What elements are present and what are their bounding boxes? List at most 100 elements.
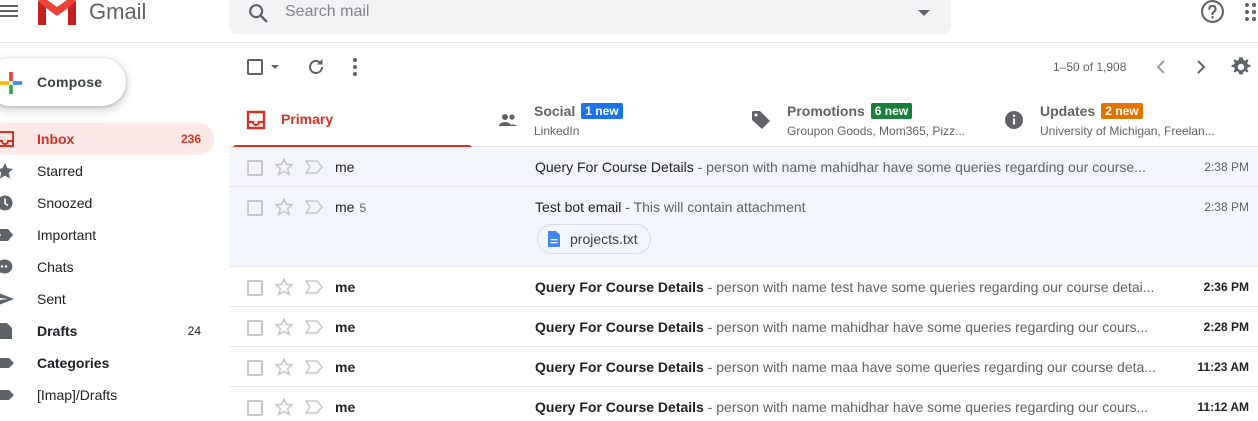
tab-title: Updates	[1040, 103, 1096, 119]
mail-row[interactable]: me Query For Course Details - person wit…	[229, 347, 1258, 387]
star-outline-icon[interactable]	[275, 198, 293, 216]
search-bar[interactable]	[229, 0, 951, 34]
mail-subject: Query For Course Details	[535, 279, 704, 295]
sidebar-item-inbox[interactable]: Inbox 236	[0, 123, 214, 155]
refresh-icon[interactable]	[306, 57, 326, 77]
important-marker-icon[interactable]	[305, 400, 323, 414]
apps-grid-icon[interactable]	[1244, 2, 1258, 22]
mail-list: me Query For Course Details - person wit…	[229, 147, 1258, 421]
sender-name: me	[335, 159, 355, 175]
row-checkbox[interactable]	[247, 200, 263, 216]
star-outline-icon[interactable]	[275, 318, 293, 336]
sidebar-item-label: Snoozed	[37, 195, 93, 211]
tab-social[interactable]: Social 1 new LinkedIn	[481, 91, 734, 147]
mail-summary: Test bot email - This will contain attac…	[535, 199, 1157, 215]
row-checkbox[interactable]	[247, 280, 263, 296]
mail-summary: Query For Course Details - person with n…	[535, 359, 1157, 375]
sidebar-item-label: Sent	[37, 291, 66, 307]
sidebar-item-label: [Imap]/Drafts	[37, 387, 118, 403]
search-icon[interactable]	[247, 2, 269, 24]
chevron-right-icon[interactable]	[1194, 57, 1208, 77]
mail-row[interactable]: me Query For Course Details - person wit…	[229, 387, 1258, 421]
mail-subject: Query For Course Details	[535, 359, 704, 375]
tab-promotions[interactable]: Promotions 6 new Groupon Goods, Mom365, P…	[734, 91, 987, 147]
unread-count: 236	[180, 132, 201, 146]
sidebar-item-snoozed[interactable]: Snoozed	[0, 187, 214, 219]
mail-row[interactable]: me Query For Course Details - person wit…	[229, 307, 1258, 347]
important-marker-icon[interactable]	[305, 160, 323, 174]
sidebar-item-chats[interactable]: Chats	[0, 251, 214, 283]
tab-title: Primary	[281, 111, 334, 127]
row-checkbox[interactable]	[247, 360, 263, 376]
star-outline-icon[interactable]	[275, 278, 293, 296]
new-badge: 6 new	[870, 103, 913, 119]
sidebar-item-label: Categories	[37, 355, 110, 371]
sidebar-item-label: Chats	[37, 259, 74, 275]
row-checkbox[interactable]	[247, 160, 263, 176]
important-marker-icon[interactable]	[305, 200, 323, 214]
sidebar-nav: Inbox 236 Starred Snoozed Important Chat…	[0, 123, 214, 411]
draft-count: 24	[187, 324, 201, 338]
mail-subject: Query For Course Details	[535, 159, 694, 175]
mail-time: 2:38 PM	[1204, 160, 1249, 174]
sender-name: me	[335, 279, 356, 295]
attachment-chip[interactable]: projects.txt	[537, 224, 651, 254]
chat-icon	[0, 259, 13, 274]
mail-snippet: - person with name test have some querie…	[703, 279, 1155, 295]
sidebar-item-label: Starred	[37, 163, 83, 179]
gmail-logo[interactable]	[38, 0, 76, 25]
mail-snippet: - This will contain attachment	[621, 199, 806, 215]
star-outline-icon[interactable]	[275, 158, 293, 176]
inbox-icon	[246, 110, 266, 130]
mail-time: 11:23 AM	[1197, 360, 1249, 374]
mail-snippet: - person with name mahidhar have some qu…	[703, 399, 1149, 415]
sidebar-item-categories[interactable]: Categories	[0, 347, 214, 379]
app-title[interactable]: Gmail	[89, 0, 146, 25]
star-outline-icon[interactable]	[275, 358, 293, 376]
help-icon[interactable]	[1200, 0, 1225, 24]
select-all-checkbox[interactable]	[247, 59, 263, 75]
gear-icon[interactable]	[1230, 56, 1252, 78]
star-icon	[0, 163, 13, 179]
mail-subject: Query For Course Details	[535, 319, 704, 335]
mail-row[interactable]: me Query For Course Details - person wit…	[229, 267, 1258, 307]
star-outline-icon[interactable]	[275, 398, 293, 416]
sidebar-item-starred[interactable]: Starred	[0, 155, 214, 187]
compose-button[interactable]: Compose	[0, 58, 126, 106]
mail-toolbar: 1–50 of 1,908	[229, 43, 1258, 91]
main-menu-icon[interactable]	[0, 3, 18, 21]
select-options-icon[interactable]	[271, 65, 279, 69]
sidebar-item-imap-drafts[interactable]: [Imap]/Drafts	[0, 379, 214, 411]
row-checkbox[interactable]	[247, 400, 263, 416]
plus-icon	[0, 72, 22, 94]
search-options-icon[interactable]	[915, 4, 933, 22]
compose-label: Compose	[37, 74, 103, 90]
mail-row[interactable]: me 5 Test bot email - This will contain a…	[229, 187, 1258, 267]
important-marker-icon[interactable]	[305, 320, 323, 334]
new-badge: 2 new	[1101, 103, 1143, 119]
mail-row[interactable]: me Query For Course Details - person wit…	[229, 147, 1258, 187]
important-icon	[0, 229, 13, 241]
sidebar-item-label: Important	[37, 227, 97, 243]
sidebar-item-sent[interactable]: Sent	[0, 283, 214, 315]
label-icon	[0, 358, 14, 368]
sidebar-item-important[interactable]: Important	[0, 219, 214, 251]
mail-time: 2:38 PM	[1204, 200, 1249, 214]
chevron-left-icon[interactable]	[1154, 57, 1168, 77]
more-vert-icon[interactable]	[352, 57, 358, 77]
tab-updates[interactable]: Updates 2 new University of Michigan, Fre…	[987, 91, 1258, 147]
sidebar-item-drafts[interactable]: Drafts 24	[0, 315, 214, 347]
row-checkbox[interactable]	[247, 320, 263, 336]
pagination-range: 1–50 of 1,908	[1053, 60, 1127, 74]
mail-summary: Query For Course Details - person with n…	[535, 319, 1157, 335]
mail-snippet: - person with name mahidhar have some qu…	[693, 159, 1146, 175]
important-marker-icon[interactable]	[305, 360, 323, 374]
tag-icon	[752, 111, 770, 129]
search-input[interactable]	[285, 0, 885, 26]
mail-summary: Query For Course Details - person with n…	[535, 279, 1157, 295]
mail-subject: Test bot email	[535, 199, 622, 215]
important-marker-icon[interactable]	[305, 280, 323, 294]
tab-subtitle: Groupon Goods, Mom365, Pizz...	[787, 124, 966, 138]
tab-primary[interactable]: Primary	[229, 91, 481, 148]
mail-time: 2:36 PM	[1203, 280, 1249, 294]
